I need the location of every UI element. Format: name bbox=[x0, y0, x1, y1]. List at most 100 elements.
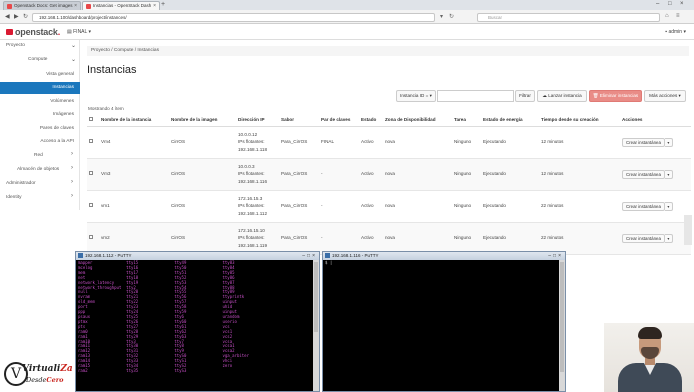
flavor-link[interactable]: Para_CirrOS bbox=[279, 222, 319, 255]
col-header[interactable]: Par de claves bbox=[319, 114, 359, 127]
sidebar-almacen[interactable]: Almacén de objetos bbox=[17, 167, 59, 172]
instance-name-link[interactable]: vm1 bbox=[99, 190, 169, 223]
filter-button[interactable]: Filtrar bbox=[515, 90, 535, 102]
uptime: 12 minutos bbox=[539, 158, 620, 191]
scrollbar-thumb[interactable] bbox=[560, 262, 564, 372]
close-icon[interactable]: × bbox=[74, 2, 77, 10]
back-icon[interactable]: ◀ bbox=[5, 13, 10, 20]
flavor-link[interactable]: Para_CirrOS bbox=[279, 190, 319, 223]
col-header[interactable]: Dirección IP bbox=[236, 114, 279, 127]
sidebar-item-imagenes[interactable]: Imágenes bbox=[53, 112, 74, 117]
delete-instances-button[interactable]: 🗑 Eliminar instancias bbox=[589, 90, 642, 102]
launch-instance-button[interactable]: ☁ Lanzar instancia bbox=[537, 90, 587, 102]
col-header[interactable]: Zona de Disponibilidad bbox=[383, 114, 452, 127]
row-checkbox[interactable] bbox=[89, 171, 93, 176]
sidebar-item-acceso-api[interactable]: Acceso a la API bbox=[40, 139, 74, 144]
col-header[interactable]: Tarea bbox=[452, 114, 481, 127]
sidebar-item-volumenes[interactable]: Volúmenes bbox=[50, 99, 74, 104]
col-header[interactable]: Tiempo desde su creación bbox=[539, 114, 620, 127]
terminal-scrollbar[interactable] bbox=[559, 260, 565, 391]
url-field[interactable]: 192.168.1.100/dashboard/project/instance… bbox=[32, 13, 435, 22]
col-header[interactable]: Nombre de la imagen bbox=[169, 114, 236, 127]
brand-line-2: DesdeCero bbox=[26, 376, 64, 384]
power-state: Ejecutando bbox=[481, 158, 539, 191]
image-name: CirrOS bbox=[169, 190, 236, 223]
tab-label: Instancias - OpenStack Dash bbox=[93, 3, 152, 8]
project-selector[interactable]: ▤ FINAL ▾ bbox=[67, 29, 91, 35]
putty-window-right[interactable]: 192.168.1.116 - PuTTY –□× $ | bbox=[322, 251, 566, 392]
close-window-icon[interactable]: × bbox=[680, 1, 684, 7]
col-header[interactable]: Estado de energía bbox=[481, 114, 539, 127]
menu-icon[interactable]: ≡ bbox=[676, 13, 680, 19]
maximize-icon[interactable]: □ bbox=[668, 1, 672, 7]
dropdown-icon[interactable]: ▾ bbox=[440, 13, 443, 20]
filter-field-select[interactable]: Instancia ID = ▾ bbox=[396, 90, 436, 102]
reload-page-icon[interactable]: ↻ bbox=[449, 13, 454, 20]
chevron-right-icon: › bbox=[71, 179, 73, 185]
minimize-icon[interactable]: – bbox=[656, 1, 659, 7]
task: Ninguno bbox=[452, 158, 481, 191]
terminal-scrollbar[interactable] bbox=[313, 260, 319, 391]
new-tab-icon[interactable]: + bbox=[161, 1, 165, 9]
sidebar-identity[interactable]: Identity bbox=[6, 195, 21, 200]
browser-tab-instancias[interactable]: Instancias - OpenStack Dash × bbox=[82, 1, 160, 10]
chevron-down-icon[interactable]: ▾ bbox=[664, 233, 673, 243]
putty-window-left[interactable]: 192.168.1.112 - PuTTY –□× mapper tty15 t… bbox=[75, 251, 320, 392]
sidebar-red[interactable]: Red bbox=[34, 153, 43, 158]
instance-name-link[interactable]: vm2 bbox=[99, 222, 169, 255]
putty-icon bbox=[325, 253, 330, 258]
sidebar-item-pares-de-claves[interactable]: Pares de claves bbox=[40, 126, 74, 131]
reload-icon[interactable]: ↻ bbox=[23, 13, 28, 20]
table-header-row: Nombre de la instancia Nombre de la imag… bbox=[87, 114, 691, 127]
instance-name-link[interactable]: Vm4 bbox=[99, 126, 169, 159]
create-snapshot-button[interactable]: Crear instantánea bbox=[622, 137, 665, 147]
search-input[interactable]: Buscar bbox=[477, 13, 660, 22]
select-all-checkbox[interactable] bbox=[89, 117, 93, 122]
col-header[interactable]: Sabor bbox=[279, 114, 319, 127]
showing-count: Mostrando 4 ítem bbox=[88, 106, 124, 111]
putty-titlebar[interactable]: 192.168.1.112 - PuTTY –□× bbox=[76, 252, 319, 260]
filter-input[interactable] bbox=[437, 90, 514, 102]
putty-titlebar[interactable]: 192.168.1.116 - PuTTY –□× bbox=[323, 252, 565, 260]
browser-tab-docs[interactable]: Openstack Docs: Get images × bbox=[3, 1, 81, 10]
create-snapshot-button[interactable]: Crear instantánea bbox=[622, 201, 665, 211]
forward-icon[interactable]: ▶ bbox=[14, 13, 19, 20]
terminal-output[interactable]: mapper tty15 tty49 tty83 mcelog tty16 tt… bbox=[78, 260, 249, 374]
uptime: 22 minutos bbox=[539, 222, 620, 255]
flavor-link[interactable]: Para_CirrOS bbox=[279, 158, 319, 191]
chevron-down-icon[interactable]: ▾ bbox=[664, 137, 673, 147]
terminal-output[interactable]: $ | bbox=[325, 260, 332, 266]
sidebar-administrador[interactable]: Administrador bbox=[6, 181, 36, 186]
chevron-down-icon[interactable]: ▾ bbox=[664, 169, 673, 179]
close-icon[interactable]: × bbox=[153, 2, 156, 10]
create-snapshot-button[interactable]: Crear instantánea bbox=[622, 169, 665, 179]
col-header[interactable]: Acciones bbox=[620, 114, 691, 127]
actions-cell: Crear instantánea ▾ bbox=[620, 222, 691, 255]
flavor-link[interactable]: Para_CirrOS bbox=[279, 126, 319, 159]
instance-name-link[interactable]: Vm3 bbox=[99, 158, 169, 191]
sidebar-proyecto[interactable]: Proyecto bbox=[6, 43, 25, 48]
home-icon[interactable]: ⌂ bbox=[665, 13, 669, 19]
col-header[interactable]: Nombre de la instancia bbox=[99, 114, 169, 127]
row-checkbox[interactable] bbox=[89, 235, 93, 240]
sidebar-item-vista-general[interactable]: Vista general bbox=[46, 72, 74, 77]
create-snapshot-button[interactable]: Crear instantánea bbox=[622, 233, 665, 243]
user-menu[interactable]: ▪ admin ▾ bbox=[665, 29, 686, 35]
more-actions-button[interactable]: Más acciones ▾ bbox=[644, 90, 686, 102]
row-checkbox[interactable] bbox=[89, 203, 93, 208]
status: Activo bbox=[359, 158, 383, 191]
window-controls-icon[interactable]: –□× bbox=[302, 252, 317, 260]
ip-address: 172.16.15.10 IPs flotantes: 192.168.1.119 bbox=[236, 222, 279, 255]
task: Ninguno bbox=[452, 222, 481, 255]
scrollbar-thumb[interactable] bbox=[314, 262, 318, 332]
row-checkbox[interactable] bbox=[89, 139, 93, 144]
col-header[interactable]: Estado bbox=[359, 114, 383, 127]
logo-text[interactable]: openstack. bbox=[15, 27, 60, 37]
sidebar-item-instancias[interactable]: Instancias bbox=[0, 82, 80, 94]
page-scrollbar[interactable] bbox=[684, 215, 692, 245]
putty-title-text: 192.168.1.112 - PuTTY bbox=[85, 253, 132, 258]
putty-title-text: 192.168.1.116 - PuTTY bbox=[332, 253, 379, 258]
chevron-down-icon[interactable]: ▾ bbox=[664, 201, 673, 211]
window-controls-icon[interactable]: –□× bbox=[548, 252, 563, 260]
sidebar-compute[interactable]: Compute bbox=[28, 57, 47, 62]
